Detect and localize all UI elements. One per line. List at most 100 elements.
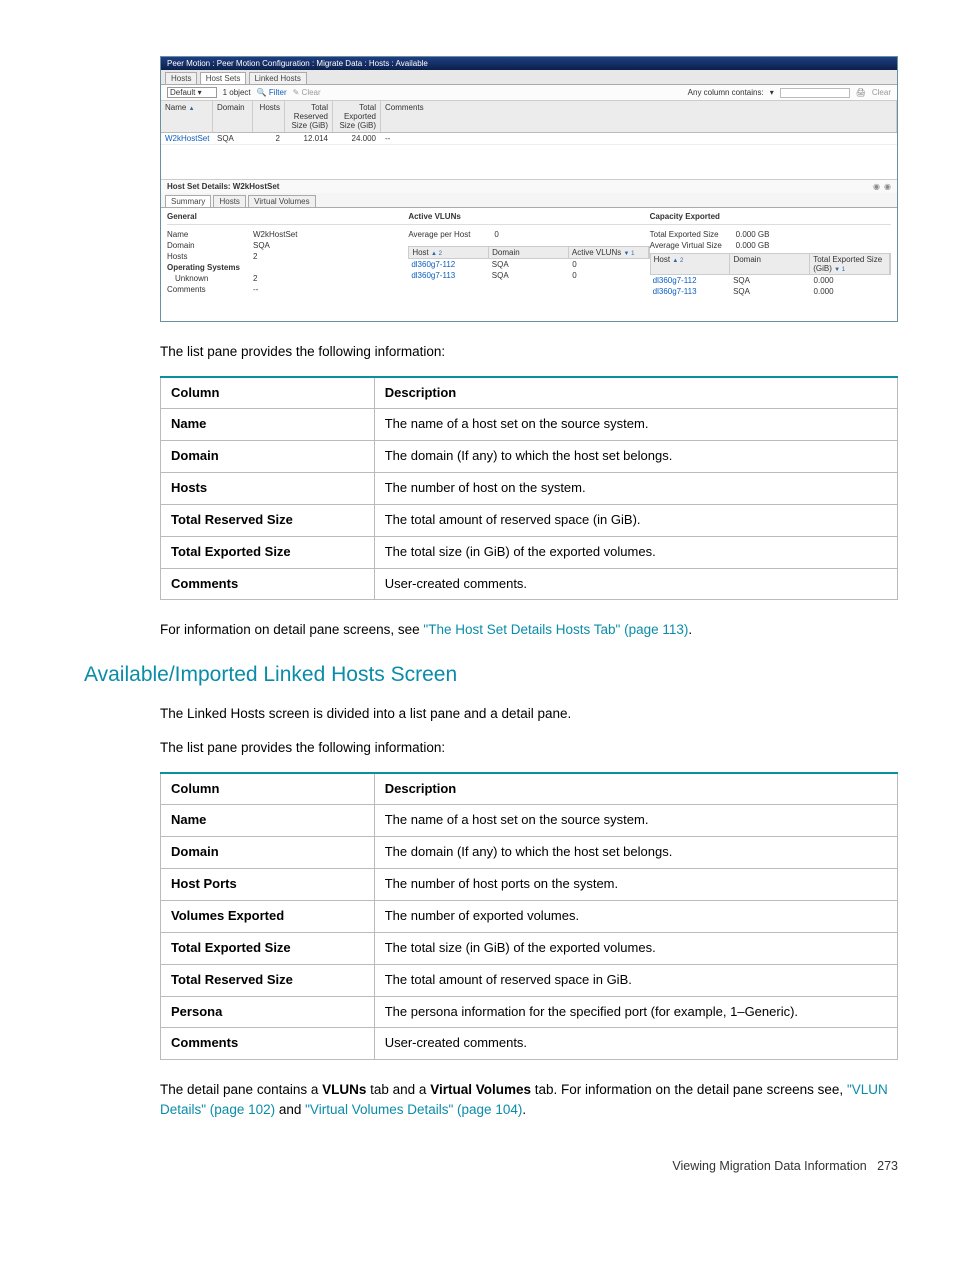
- table-row: NameThe name of a host set on the source…: [161, 805, 898, 837]
- cap-domain: SQA: [730, 286, 810, 297]
- vluns-row: dl360g7-113 SQA 0: [408, 270, 649, 281]
- row-hosts: 2: [253, 133, 285, 144]
- row-tes: 24.000: [333, 133, 381, 144]
- search-label: Any column contains:: [688, 88, 764, 97]
- clear-search-button[interactable]: Clear: [872, 88, 891, 97]
- prev-icon[interactable]: ◉: [873, 182, 880, 191]
- gen-hosts-k: Hosts: [167, 252, 253, 261]
- cap-col-domain[interactable]: Domain: [730, 254, 810, 274]
- cap-table-header: Host ▲ 2 Domain Total Exported Size (GiB…: [650, 253, 891, 275]
- cap-row: dl360g7-113 SQA 0.000: [650, 286, 891, 297]
- cell-column: Comments: [161, 1028, 375, 1060]
- cap-host[interactable]: dl360g7-112: [650, 275, 730, 286]
- list-row[interactable]: W2kHostSet SQA 2 12.014 24.000 --: [161, 133, 897, 145]
- tab-linked-hosts[interactable]: Linked Hosts: [249, 72, 307, 84]
- table-row: CommentsUser-created comments.: [161, 568, 898, 600]
- col-name[interactable]: Name ▲: [161, 101, 213, 132]
- cell-column: Host Ports: [161, 869, 375, 901]
- cell-description: The number of exported volumes.: [374, 900, 897, 932]
- row-name[interactable]: W2kHostSet: [161, 133, 213, 144]
- vluns-host[interactable]: dl360g7-113: [408, 270, 488, 281]
- cell-description: The domain (If any) to which the host se…: [374, 441, 897, 473]
- cap-col-host[interactable]: Host ▲ 2: [651, 254, 731, 274]
- gen-unknown-v: 2: [253, 274, 257, 283]
- cap-col-size[interactable]: Total Exported Size (GiB) ▼ 1: [810, 254, 890, 274]
- th-column: Column: [161, 773, 375, 805]
- details-title: Host Set Details: W2kHostSet: [167, 182, 279, 191]
- filter-select[interactable]: Default ▾: [167, 87, 217, 98]
- th-column: Column: [161, 377, 375, 409]
- vluns-panel: Active VLUNs Average per Host0 Host ▲ 2 …: [408, 212, 649, 297]
- th-description: Description: [374, 773, 897, 805]
- outro-mid1: tab and a: [366, 1082, 430, 1097]
- table-row: PersonaThe persona information for the s…: [161, 996, 898, 1028]
- tab-host-sets[interactable]: Host Sets: [200, 72, 247, 84]
- next-icon[interactable]: ◉: [884, 182, 891, 191]
- search-dropdown-icon[interactable]: ▾: [770, 88, 774, 97]
- general-panel: General NameW2kHostSet DomainSQA Hosts2 …: [167, 212, 408, 297]
- print-icon[interactable]: 🖨: [856, 88, 866, 97]
- cap-tes-v: 0.000 GB: [736, 230, 770, 239]
- table-row: DomainThe domain (If any) to which the h…: [161, 837, 898, 869]
- gen-comments-v: --: [253, 285, 258, 294]
- details-body: General NameW2kHostSet DomainSQA Hosts2 …: [161, 208, 897, 321]
- cell-column: Total Exported Size: [161, 932, 375, 964]
- col-domain[interactable]: Domain: [213, 101, 253, 132]
- cap-host[interactable]: dl360g7-113: [650, 286, 730, 297]
- capacity-panel: Capacity Exported Total Exported Size0.0…: [650, 212, 891, 297]
- row-domain: SQA: [213, 133, 253, 144]
- general-header: General: [167, 212, 408, 225]
- tab-hosts[interactable]: Hosts: [165, 72, 197, 84]
- subtab-virtual-volumes[interactable]: Virtual Volumes: [248, 195, 315, 207]
- link-host-set-details[interactable]: "The Host Set Details Hosts Tab" (page 1…: [423, 622, 688, 637]
- section-body-2: The list pane provides the following inf…: [160, 738, 898, 758]
- cell-column: Total Reserved Size: [161, 964, 375, 996]
- footer-text: Viewing Migration Data Information: [672, 1159, 866, 1173]
- document-body: The list pane provides the following inf…: [160, 342, 898, 1119]
- cell-column: Name: [161, 409, 375, 441]
- cell-column: Comments: [161, 568, 375, 600]
- vluns-row: dl360g7-112 SQA 0: [408, 259, 649, 270]
- cell-description: The number of host ports on the system.: [374, 869, 897, 901]
- table-row: DomainThe domain (If any) to which the h…: [161, 441, 898, 473]
- outro-prefix: The detail pane contains a: [160, 1082, 322, 1097]
- cell-description: User-created comments.: [374, 568, 897, 600]
- vluns-host[interactable]: dl360g7-112: [408, 259, 488, 270]
- table-list-pane-columns-2: Column Description NameThe name of a hos…: [160, 772, 898, 1061]
- link-virtual-volumes-details[interactable]: "Virtual Volumes Details" (page 104): [305, 1102, 522, 1117]
- clear-button[interactable]: ✎ Clear: [293, 88, 321, 97]
- cell-column: Total Reserved Size: [161, 504, 375, 536]
- cell-column: Volumes Exported: [161, 900, 375, 932]
- intro-text: The list pane provides the following inf…: [160, 342, 898, 362]
- object-count-label: 1 object: [223, 88, 251, 97]
- cell-description: The total amount of reserved space in Gi…: [374, 964, 897, 996]
- col-total-exported-size[interactable]: Total Exported Size (GiB): [333, 101, 381, 132]
- gen-comments-k: Comments: [167, 285, 253, 294]
- cell-column: Domain: [161, 837, 375, 869]
- subtab-hosts[interactable]: Hosts: [213, 195, 245, 207]
- heading-linked-hosts: Available/Imported Linked Hosts Screen: [84, 660, 898, 690]
- vluns-col-host[interactable]: Host ▲ 2: [409, 247, 489, 258]
- cell-description: The domain (If any) to which the host se…: [374, 837, 897, 869]
- cap-avs-v: 0.000 GB: [736, 241, 770, 250]
- list-column-headers: Name ▲ Domain Hosts Total Reserved Size …: [161, 101, 897, 133]
- cell-column: Persona: [161, 996, 375, 1028]
- table-row: CommentsUser-created comments.: [161, 1028, 898, 1060]
- gen-hosts-v: 2: [253, 252, 257, 261]
- cap-domain: SQA: [730, 275, 810, 286]
- search-input[interactable]: [780, 88, 850, 98]
- filter-link[interactable]: 🔍 Filter: [257, 88, 287, 97]
- subtab-summary[interactable]: Summary: [165, 195, 211, 207]
- vluns-col-domain[interactable]: Domain: [489, 247, 569, 258]
- col-comments[interactable]: Comments: [381, 101, 897, 132]
- page-footer: Viewing Migration Data Information 273: [0, 1159, 898, 1173]
- vluns-col-active[interactable]: Active VLUNs ▼ 1: [569, 247, 649, 258]
- col-hosts[interactable]: Hosts: [253, 101, 285, 132]
- app-window: Peer Motion : Peer Motion Configuration …: [160, 56, 898, 322]
- col-total-reserved-size[interactable]: Total Reserved Size (GiB): [285, 101, 333, 132]
- gen-domain-v: SQA: [253, 241, 270, 250]
- cell-column: Hosts: [161, 473, 375, 505]
- table-row: Total Reserved SizeThe total amount of r…: [161, 504, 898, 536]
- gen-name-v: W2kHostSet: [253, 230, 297, 239]
- cell-description: The total size (in GiB) of the exported …: [374, 536, 897, 568]
